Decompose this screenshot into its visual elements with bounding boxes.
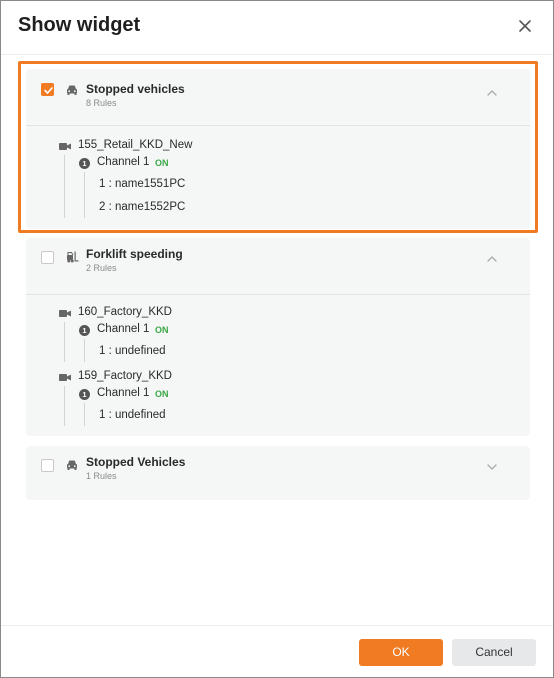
cancel-button[interactable]: Cancel <box>452 639 536 666</box>
ok-button[interactable]: OK <box>359 639 443 666</box>
car-icon <box>67 85 77 95</box>
channel-label: Channel 1 <box>97 387 150 399</box>
channel-number-badge: 1 <box>79 389 90 400</box>
channel-number-badge: 1 <box>79 158 90 169</box>
chevron-down-icon[interactable] <box>485 460 499 474</box>
tree-line <box>84 339 85 362</box>
car-icon <box>67 460 77 470</box>
chevron-up-icon[interactable] <box>485 252 499 266</box>
card-header[interactable]: Stopped vehicles 8 Rules <box>26 69 530 125</box>
show-widget-dialog: Show widget Stopped vehicles 8 Rules 155… <box>0 0 554 678</box>
card-header[interactable]: Forklift speeding 2 Rules <box>26 238 530 294</box>
tree-line <box>64 322 65 362</box>
close-icon <box>519 20 531 32</box>
camera-name: 160_Factory_KKD <box>78 306 172 318</box>
tree-line <box>64 386 65 426</box>
rule-item: 1 : name1551PC <box>99 178 186 190</box>
tree-line <box>84 403 85 426</box>
camera-name: 155_Retail_KKD_New <box>78 139 193 151</box>
camera-icon <box>59 143 71 150</box>
rule-item: 1 : undefined <box>99 345 166 357</box>
card-rule-count: 2 Rules <box>86 263 117 273</box>
tree-line <box>64 155 65 218</box>
channel-status: ON <box>155 158 169 168</box>
camera-icon <box>59 310 71 317</box>
widget-card-forklift-speeding: Forklift speeding 2 Rules 160_Factory_KK… <box>26 238 530 436</box>
checkmark-icon <box>44 87 53 94</box>
card-checkbox[interactable] <box>41 83 54 96</box>
forklift-icon <box>67 251 79 263</box>
camera-icon <box>59 374 71 381</box>
widget-card-stopped-vehicles-2: Stopped Vehicles 1 Rules <box>26 446 530 500</box>
widget-card-stopped-vehicles: Stopped vehicles 8 Rules 155_Retail_KKD_… <box>26 69 530 229</box>
rule-item: 1 : undefined <box>99 409 166 421</box>
tree-line <box>84 172 85 218</box>
channel-status: ON <box>155 389 169 399</box>
channel-number-badge: 1 <box>79 325 90 336</box>
card-title: Forklift speeding <box>86 247 183 261</box>
channel-status: ON <box>155 325 169 335</box>
rule-item: 2 : name1552PC <box>99 201 186 213</box>
channel-label: Channel 1 <box>97 156 150 168</box>
card-rule-count: 8 Rules <box>86 98 117 108</box>
card-checkbox[interactable] <box>41 459 54 472</box>
card-divider <box>26 294 530 295</box>
card-divider <box>26 125 530 126</box>
card-rule-count: 1 Rules <box>86 471 117 481</box>
dialog-title: Show widget <box>18 14 141 36</box>
camera-name: 159_Factory_KKD <box>78 370 172 382</box>
close-button[interactable] <box>513 14 537 38</box>
chevron-up-icon[interactable] <box>485 86 499 100</box>
card-title: Stopped vehicles <box>86 82 185 96</box>
dialog-header: Show widget <box>1 1 553 55</box>
footer-divider <box>1 625 553 626</box>
card-title: Stopped Vehicles <box>86 455 186 469</box>
channel-label: Channel 1 <box>97 323 150 335</box>
card-checkbox[interactable] <box>41 251 54 264</box>
card-header[interactable]: Stopped Vehicles 1 Rules <box>26 446 530 500</box>
